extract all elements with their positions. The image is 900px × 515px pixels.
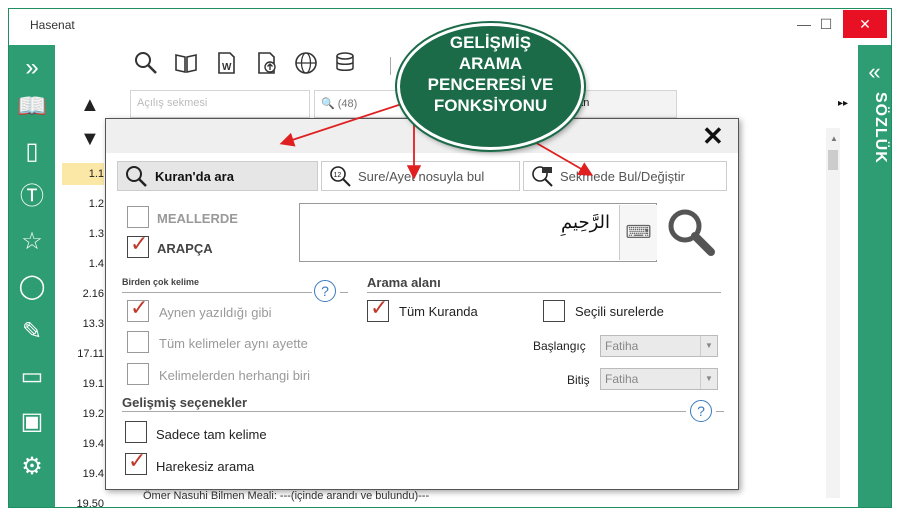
callout-line: FONKSİYONU <box>433 96 548 115</box>
callout-line: ARAMA <box>458 54 523 73</box>
callout-line: GELİŞMİŞ <box>449 33 532 52</box>
callout-text: GELİŞMİŞ ARAMA PENCERESİ VE FONKSİYONU <box>400 32 581 116</box>
callout-line: PENCERESİ VE <box>427 75 554 94</box>
